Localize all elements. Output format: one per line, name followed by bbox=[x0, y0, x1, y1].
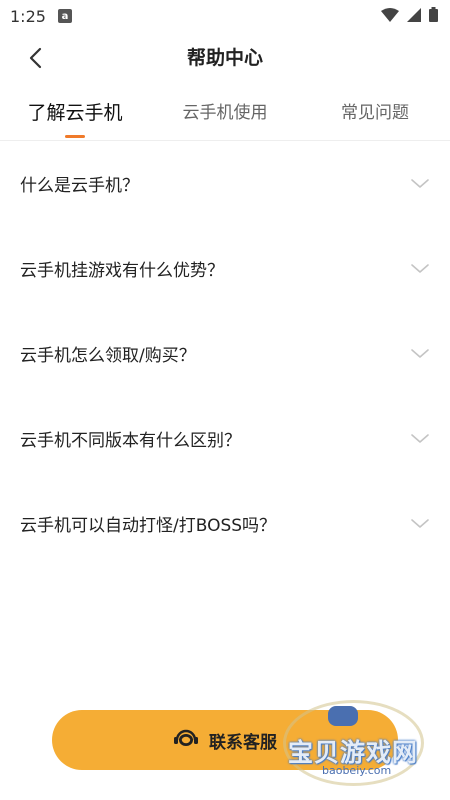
battery-icon bbox=[429, 6, 438, 26]
notification-a-icon: a bbox=[57, 9, 72, 23]
faq-question: 什么是云手机？ bbox=[20, 176, 139, 196]
cellular-icon bbox=[407, 7, 421, 26]
chevron-down-icon bbox=[410, 429, 430, 449]
chevron-down-icon bbox=[410, 344, 430, 364]
faq-question: 云手机挂游戏有什么优势？ bbox=[20, 261, 224, 281]
faq-item[interactable]: 云手机可以自动打怪/打BOSS吗？ bbox=[0, 481, 450, 566]
tab-common-questions[interactable]: 常见问题 bbox=[300, 90, 450, 140]
faq-item[interactable]: 什么是云手机？ bbox=[0, 141, 450, 226]
headset-icon bbox=[173, 727, 199, 753]
status-bar: 1:25 a bbox=[0, 0, 450, 32]
faq-question: 云手机可以自动打怪/打BOSS吗？ bbox=[20, 516, 277, 536]
faq-item[interactable]: 云手机不同版本有什么区别？ bbox=[0, 396, 450, 481]
faq-list: 什么是云手机？ 云手机挂游戏有什么优势？ 云手机怎么领取/购买？ 云手机不同版本… bbox=[0, 141, 450, 566]
wifi-icon bbox=[381, 7, 399, 26]
contact-support-button[interactable]: 联系客服 bbox=[52, 710, 398, 770]
status-time: 1:25 bbox=[10, 6, 46, 26]
tab-about-cloud-phone[interactable]: 了解云手机 bbox=[0, 90, 150, 140]
chevron-left-icon bbox=[29, 47, 42, 69]
page-title: 帮助中心 bbox=[186, 47, 263, 69]
chevron-down-icon bbox=[410, 259, 430, 279]
chevron-down-icon bbox=[410, 174, 430, 194]
tab-cloud-phone-usage[interactable]: 云手机使用 bbox=[150, 90, 300, 140]
faq-question: 云手机不同版本有什么区别？ bbox=[20, 431, 241, 451]
top-app-bar: 帮助中心 bbox=[0, 32, 450, 84]
faq-item[interactable]: 云手机怎么领取/购买？ bbox=[0, 311, 450, 396]
faq-item[interactable]: 云手机挂游戏有什么优势？ bbox=[0, 226, 450, 311]
faq-question: 云手机怎么领取/购买？ bbox=[20, 346, 196, 366]
contact-support-label: 联系客服 bbox=[209, 732, 277, 753]
back-button[interactable] bbox=[20, 42, 52, 74]
chevron-down-icon bbox=[410, 514, 430, 534]
tab-bar: 了解云手机 云手机使用 常见问题 bbox=[0, 90, 450, 141]
